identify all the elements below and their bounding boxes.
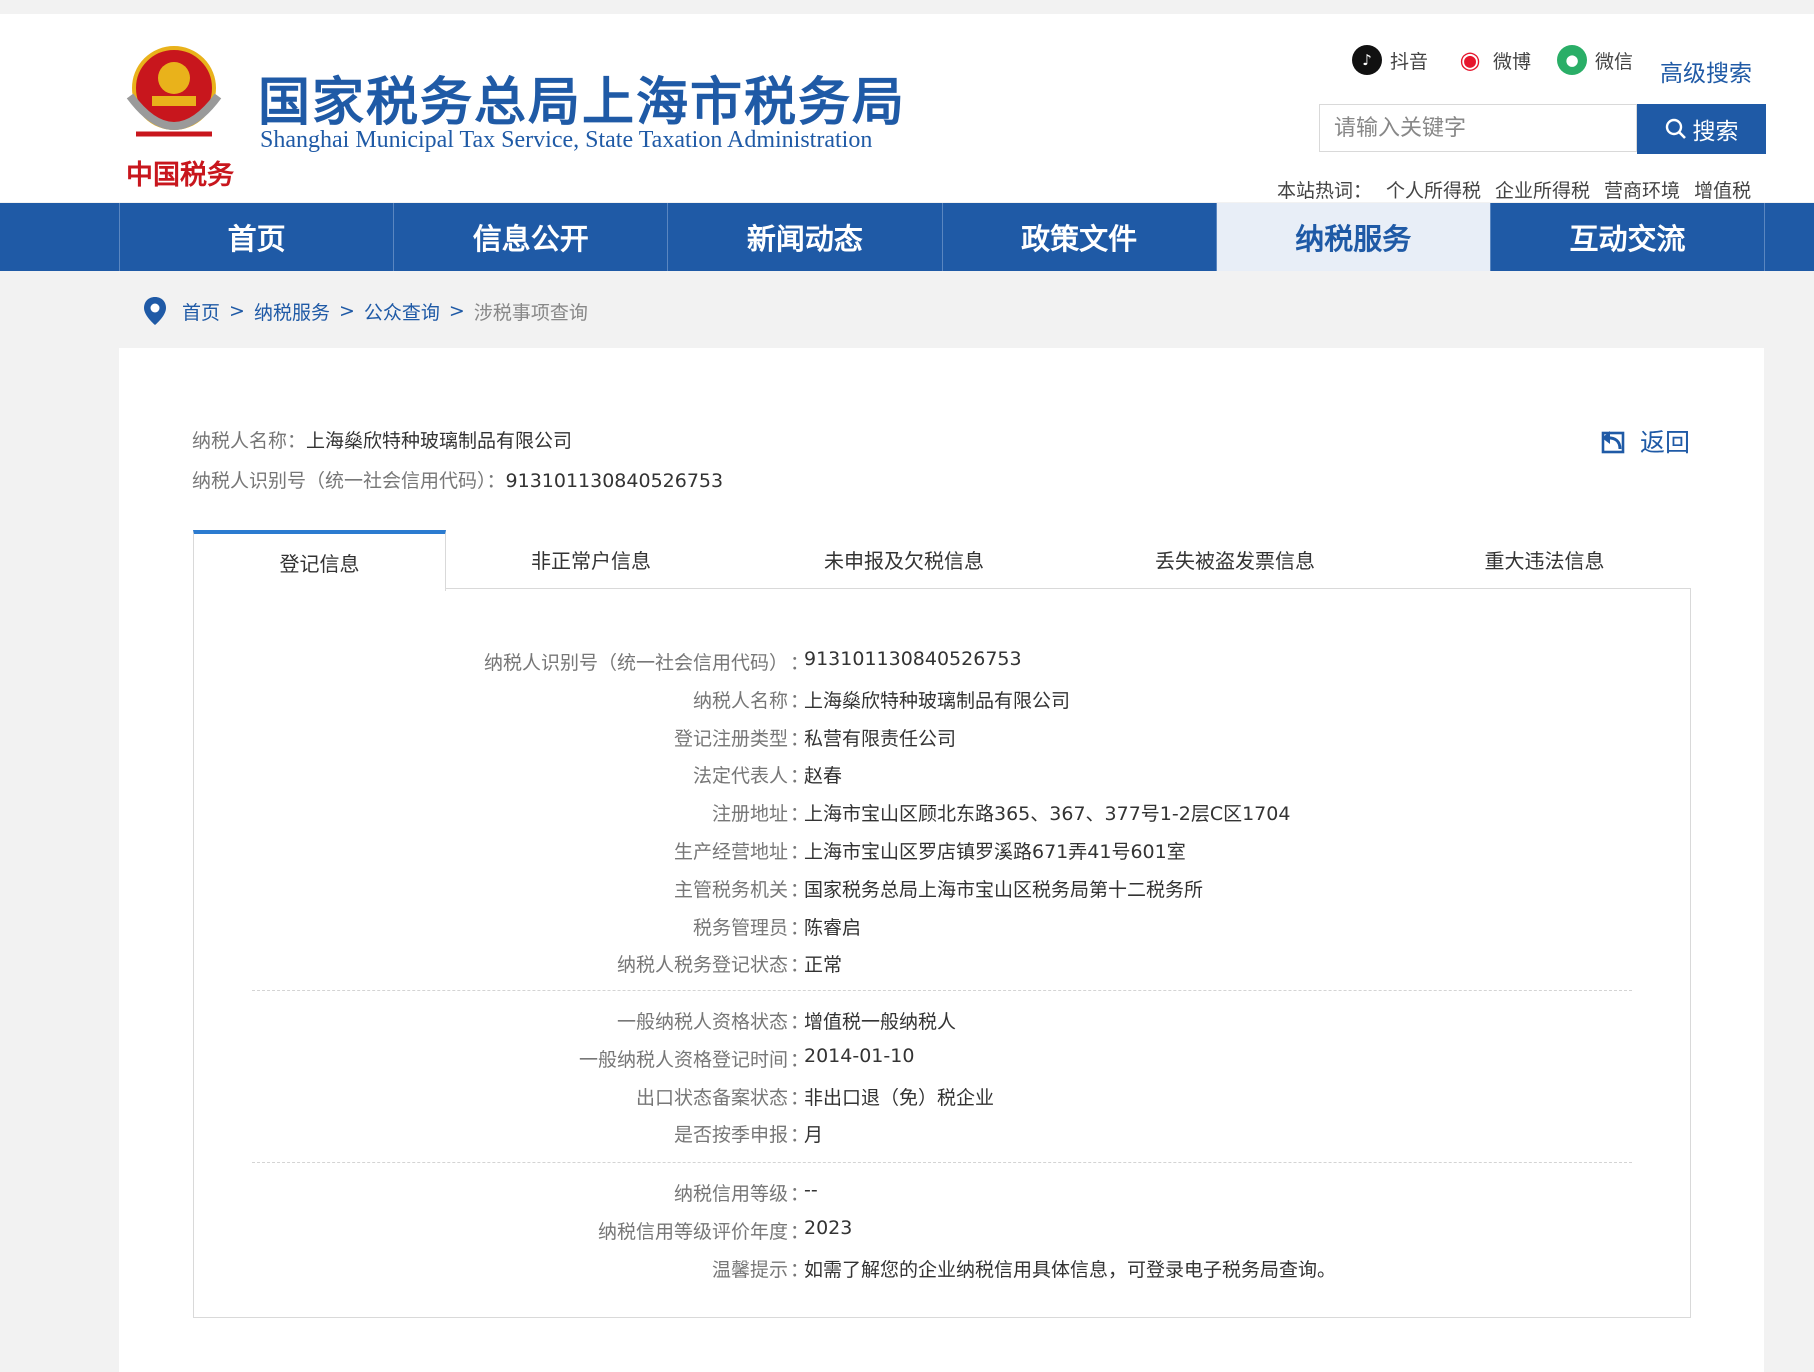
detail-value: 国家税务总局上海市宝山区税务局第十二税务所 [804, 878, 1204, 901]
tab-bar: 登记信息 非正常户信息 未申报及欠税信息 丢失被盗发票信息 重大违法信息 [193, 530, 1691, 591]
weibo-icon: ◉ [1455, 45, 1485, 75]
detail-row: 注册地址：上海市宝山区顾北东路365、367、377号1-2层C区1704 [0, 799, 1814, 829]
detail-row: 纳税信用等级评价年度： 2023 [0, 1217, 1814, 1247]
hot-word-item[interactable]: 增值税 [1694, 176, 1751, 203]
search-icon [1665, 118, 1686, 139]
detail-label: 是否按季申报 [673, 1124, 788, 1147]
svg-text:中国税务: 中国税务 [126, 160, 234, 191]
detail-value: 非出口退（免）税企业 [804, 1086, 995, 1109]
detail-row: 纳税人税务登记状态：正常 [0, 950, 1814, 980]
search-input[interactable] [1319, 104, 1637, 152]
hot-word-item[interactable]: 企业所得税 [1495, 176, 1590, 203]
detail-value: 正常 [804, 954, 843, 977]
hot-words: 本站热词： 个人所得税 企业所得税 营商环境 增值税 [1277, 176, 1765, 203]
section-divider [252, 990, 1632, 991]
taxpayer-name-line: 纳税人名称：上海燊欣特种玻璃制品有限公司 [192, 430, 573, 452]
section-divider [252, 1162, 1632, 1163]
detail-row: 出口状态备案状态：非出口退（免）税企业 [0, 1083, 1814, 1113]
detail-row: 是否按季申报：月 [0, 1120, 1814, 1150]
tab-lost-invoices[interactable]: 丢失被盗发票信息 [1072, 530, 1398, 589]
detail-value: 私营有限责任公司 [804, 727, 957, 750]
location-pin-icon [144, 297, 166, 325]
detail-row: 生产经营地址：上海市宝山区罗店镇罗溪路671弄41号601室 [0, 837, 1814, 867]
detail-row: 纳税人识别号（统一社会信用代码）： 913101130840526753 [0, 648, 1814, 678]
site-title: 国家税务总局上海市税务局 [258, 73, 907, 133]
detail-label: 纳税人名称 [692, 689, 788, 712]
breadcrumb: 首页 > 纳税服务 > 公众查询 > 涉税事项查询 [142, 296, 588, 326]
detail-row: 主管税务机关：国家税务总局上海市宝山区税务局第十二税务所 [0, 875, 1814, 905]
advanced-search-link[interactable]: 高级搜索 [1660, 54, 1752, 88]
site-header: 中国税务 国家税务总局上海市税务局 Shanghai Municipal Tax… [0, 14, 1814, 202]
taxpayer-name: 上海燊欣特种玻璃制品有限公司 [306, 430, 573, 452]
douyin-link[interactable]: ♪ 抖音 [1352, 42, 1428, 78]
detail-label: 纳税信用等级 [673, 1183, 788, 1205]
nav-info-disclosure[interactable]: 信息公开 [394, 203, 669, 271]
detail-label: 登记注册类型 [673, 727, 788, 750]
detail-label: 税务管理员 [692, 916, 788, 939]
tab-abnormal-household[interactable]: 非正常户信息 [446, 530, 736, 589]
detail-label: 主管税务机关 [673, 878, 788, 901]
detail-row: 登记注册类型：私营有限责任公司 [0, 724, 1814, 754]
detail-label: 纳税人税务登记状态 [616, 954, 788, 977]
detail-row: 一般纳税人资格登记时间： 2014-01-10 [0, 1045, 1814, 1075]
detail-value: 2014-01-10 [804, 1044, 915, 1067]
detail-value: 上海市宝山区顾北东路365、367、377号1-2层C区1704 [804, 803, 1291, 826]
detail-value: 增值税一般纳税人 [804, 1011, 957, 1033]
detail-label: 出口状态备案状态 [635, 1086, 788, 1109]
wechat-icon: ● [1557, 45, 1587, 75]
breadcrumb-current: 涉税事项查询 [473, 301, 588, 324]
wechat-link[interactable]: ● 微信 [1557, 42, 1633, 78]
tab-undeclared-tax-arrears[interactable]: 未申报及欠税信息 [736, 530, 1072, 589]
nav-policy[interactable]: 政策文件 [943, 203, 1217, 271]
nav-news[interactable]: 新闻动态 [668, 203, 943, 271]
hot-word-item[interactable]: 营商环境 [1604, 176, 1680, 203]
taxpayer-id: 913101130840526753 [505, 470, 724, 492]
detail-value: 月 [804, 1124, 824, 1147]
back-button[interactable]: 返回 [1600, 423, 1690, 459]
top-strip [0, 0, 1814, 14]
detail-value: 赵春 [804, 765, 843, 788]
breadcrumb-public-query[interactable]: 公众查询 [364, 298, 440, 325]
breadcrumb-home[interactable]: 首页 [182, 298, 220, 325]
tax-emblem-logo: 中国税务 [126, 46, 234, 191]
detail-row: 纳税人名称：上海燊欣特种玻璃制品有限公司 [0, 686, 1814, 716]
search-button[interactable]: 搜索 [1637, 104, 1766, 154]
weibo-link[interactable]: ◉ 微博 [1455, 42, 1531, 78]
detail-label: 纳税人识别号（统一社会信用代码） [483, 652, 788, 674]
detail-label: 注册地址 [711, 803, 788, 826]
detail-value: -- [804, 1179, 818, 1201]
hot-words-label: 本站热词： [1277, 180, 1373, 202]
tiktok-icon: ♪ [1352, 45, 1382, 75]
detail-label: 法定代表人 [692, 765, 788, 788]
nav-home[interactable]: 首页 [120, 203, 395, 271]
main-nav: 首页 信息公开 新闻动态 政策文件 纳税服务 互动交流 [0, 203, 1814, 271]
tab-registration-info[interactable]: 登记信息 [193, 530, 446, 591]
detail-row: 税务管理员：陈睿启 [0, 913, 1814, 943]
detail-label: 一般纳税人资格状态 [616, 1011, 788, 1033]
detail-label: 纳税信用等级评价年度 [597, 1220, 788, 1243]
detail-value: 陈睿启 [804, 916, 862, 939]
back-icon [1601, 431, 1625, 454]
tab-major-violations[interactable]: 重大违法信息 [1398, 530, 1691, 589]
detail-value: 2023 [804, 1216, 853, 1239]
detail-value: 913101130840526753 [804, 648, 1022, 670]
detail-value: 上海燊欣特种玻璃制品有限公司 [804, 689, 1071, 712]
nav-tax-service[interactable]: 纳税服务 [1216, 203, 1491, 271]
detail-row: 纳税信用等级： -- [0, 1179, 1814, 1209]
detail-row: 温馨提示：如需了解您的企业纳税信用具体信息，可登录电子税务局查询。 [0, 1255, 1814, 1285]
nav-interaction[interactable]: 互动交流 [1491, 203, 1766, 271]
detail-row: 法定代表人：赵春 [0, 761, 1814, 791]
breadcrumb-tax-service[interactable]: 纳税服务 [254, 298, 330, 325]
hot-word-item[interactable]: 个人所得税 [1386, 176, 1481, 203]
detail-label: 生产经营地址 [673, 841, 788, 863]
detail-label: 温馨提示 [711, 1258, 788, 1281]
detail-row: 一般纳税人资格状态：增值税一般纳税人 [0, 1007, 1814, 1037]
detail-value: 上海市宝山区罗店镇罗溪路671弄41号601室 [804, 841, 1186, 863]
taxpayer-id-line: 纳税人识别号（统一社会信用代码）：913101130840526753 [192, 470, 724, 492]
site-subtitle: Shanghai Municipal Tax Service, State Ta… [260, 127, 873, 153]
detail-label: 一般纳税人资格登记时间 [578, 1048, 788, 1071]
detail-value: 如需了解您的企业纳税信用具体信息，可登录电子税务局查询。 [804, 1258, 1337, 1281]
